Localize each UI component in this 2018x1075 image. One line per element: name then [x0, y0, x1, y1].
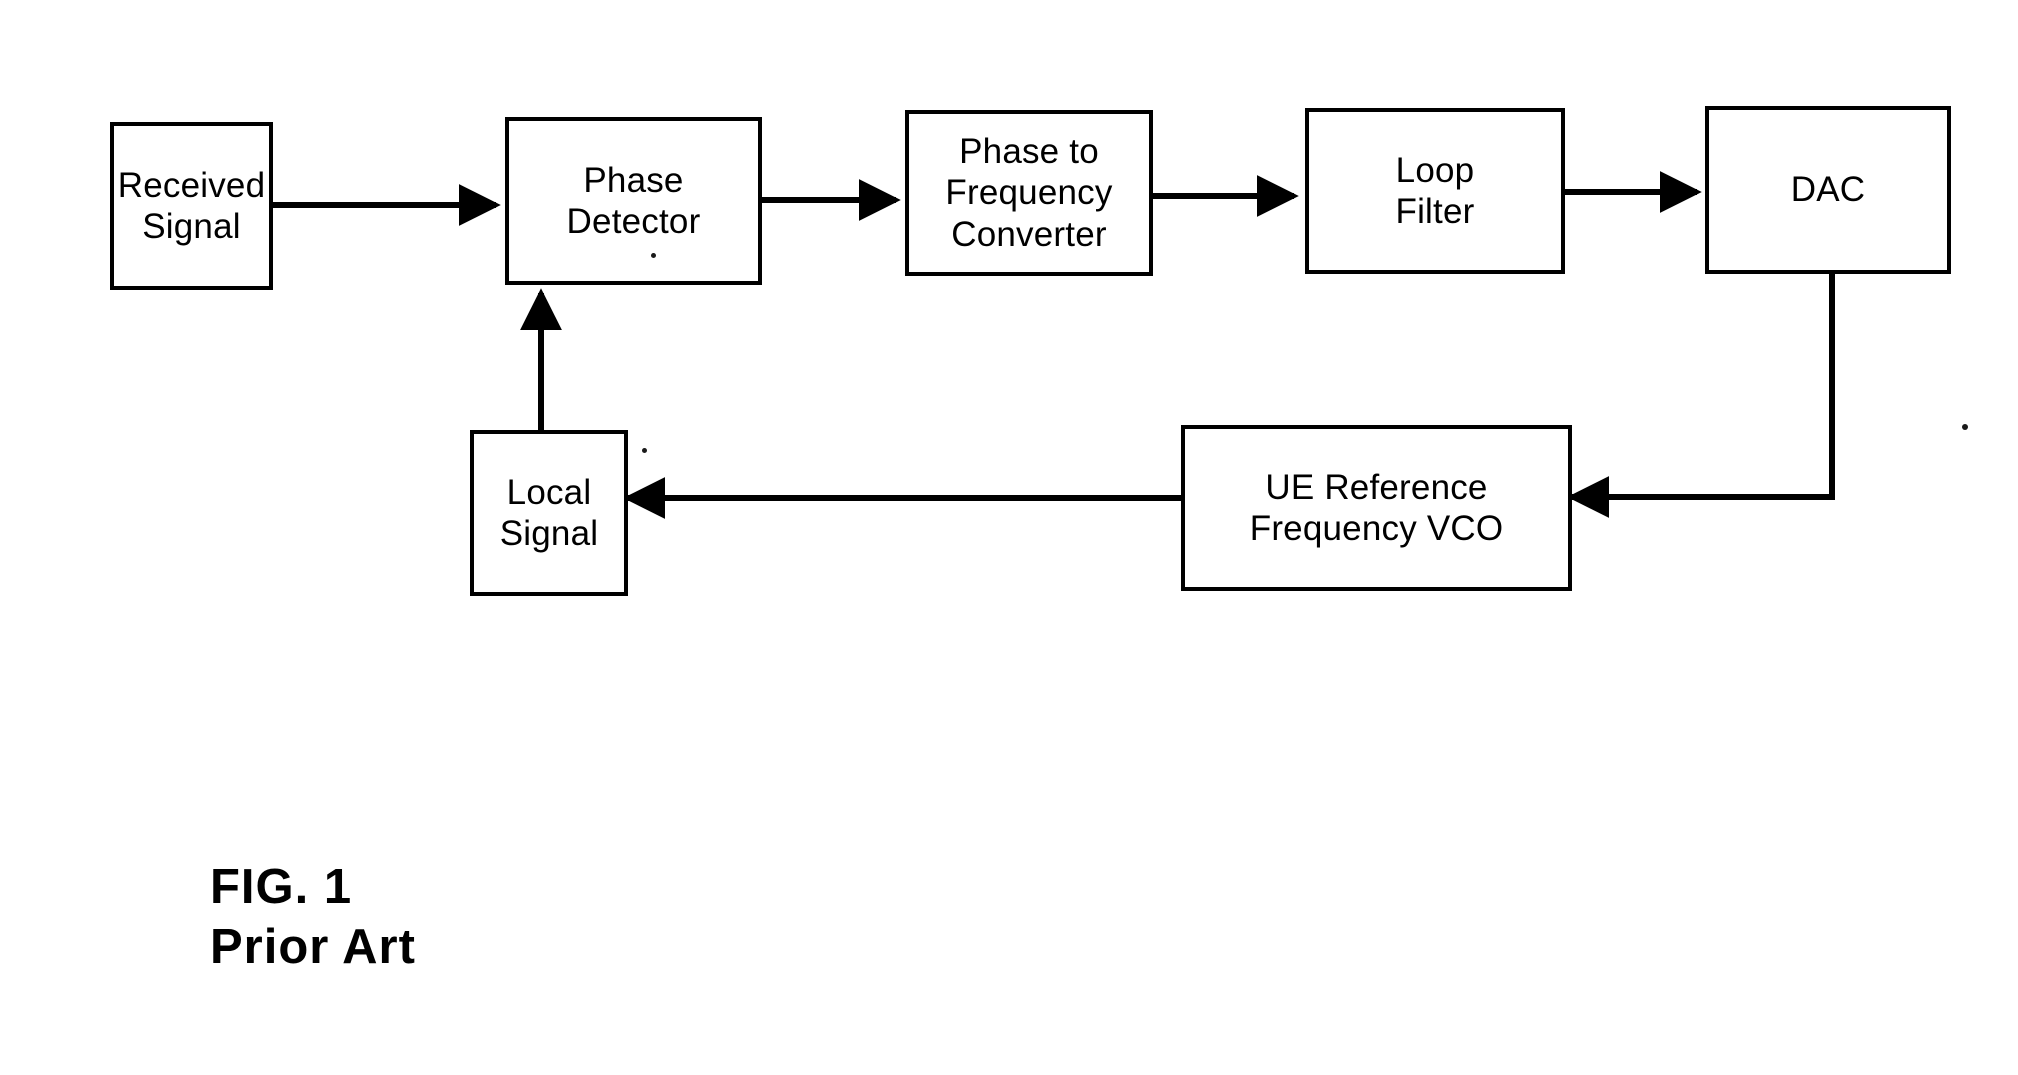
figure-caption-text: FIG. 1 Prior Art — [210, 859, 416, 974]
block-received-signal-label: Received Signal — [117, 165, 266, 246]
scan-speck — [642, 448, 647, 453]
block-ue-reference-frequency-vco-label: UE Reference Frequency VCO — [1249, 467, 1504, 548]
block-phase-to-frequency-converter-label: Phase to Frequency Converter — [945, 132, 1113, 254]
block-local-signal-label: Local Signal — [499, 472, 599, 553]
block-phase-detector-label: Phase Detector — [566, 160, 701, 241]
block-local-signal[interactable]: Local Signal — [470, 430, 628, 596]
scan-speck — [1962, 424, 1968, 430]
block-phase-detector[interactable]: Phase Detector — [505, 117, 762, 285]
block-ue-reference-frequency-vco[interactable]: UE Reference Frequency VCO — [1181, 425, 1572, 591]
block-received-signal[interactable]: Received Signal — [110, 122, 273, 290]
block-dac-label: DAC — [1790, 170, 1866, 210]
block-dac[interactable]: DAC — [1705, 106, 1951, 274]
scan-speck — [651, 253, 656, 258]
block-loop-filter-label: Loop Filter — [1395, 150, 1475, 231]
figure-page: Received Signal Phase Detector Phase to … — [0, 0, 2018, 1075]
connector-dac-to-ue-reference-frequency-vco — [1567, 274, 1835, 518]
block-phase-to-frequency-converter[interactable]: Phase to Frequency Converter — [905, 110, 1153, 276]
block-loop-filter[interactable]: Loop Filter — [1305, 108, 1565, 274]
figure-caption: FIG. 1 Prior Art — [210, 798, 770, 977]
